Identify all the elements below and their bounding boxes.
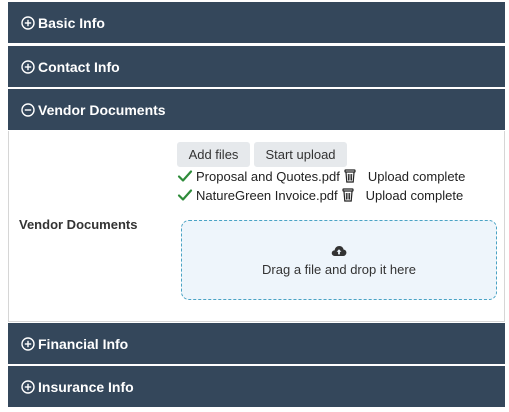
section-title: Vendor Documents (38, 101, 166, 118)
start-upload-button[interactable]: Start upload (254, 142, 347, 167)
section-title: Insurance Info (38, 378, 134, 395)
checkmark-icon (177, 168, 193, 184)
minus-circle-icon (21, 102, 35, 117)
vendor-documents-panel: Vendor Documents Add files Start upload … (8, 131, 505, 322)
trash-icon[interactable] (342, 188, 354, 202)
plus-circle-icon (21, 15, 35, 30)
section-header-vendor-documents[interactable]: Vendor Documents (8, 89, 505, 130)
plus-circle-icon (21, 336, 35, 351)
section-header-basic-info[interactable]: Basic Info (8, 2, 505, 43)
checkmark-icon (177, 187, 193, 203)
file-name: Proposal and Quotes.pdf (196, 168, 340, 184)
dropzone-text: Drag a file and drop it here (262, 261, 416, 277)
add-files-button[interactable]: Add files (177, 142, 250, 167)
uploaded-file-row: NatureGreen Invoice.pdf Upload complete (177, 186, 463, 204)
section-title: Basic Info (38, 14, 105, 31)
file-dropzone[interactable]: Drag a file and drop it here (181, 220, 497, 300)
plus-circle-icon (21, 379, 35, 394)
section-header-insurance-info[interactable]: Insurance Info (8, 366, 505, 407)
upload-status: Upload complete (367, 168, 466, 184)
uploaded-file-row: Proposal and Quotes.pdf Upload complete (177, 167, 465, 185)
accordion-form: Basic Info Contact Info Vendor Documents… (0, 0, 509, 412)
trash-icon[interactable] (344, 169, 356, 183)
cloud-upload-icon (331, 244, 347, 258)
section-header-contact-info[interactable]: Contact Info (8, 46, 505, 87)
upload-status: Upload complete (365, 187, 464, 203)
file-name: NatureGreen Invoice.pdf (196, 187, 338, 203)
field-label: Vendor Documents (19, 217, 138, 232)
section-header-financial-info[interactable]: Financial Info (8, 323, 505, 364)
section-title: Contact Info (38, 58, 120, 75)
section-title: Financial Info (38, 335, 129, 352)
plus-circle-icon (21, 59, 35, 74)
